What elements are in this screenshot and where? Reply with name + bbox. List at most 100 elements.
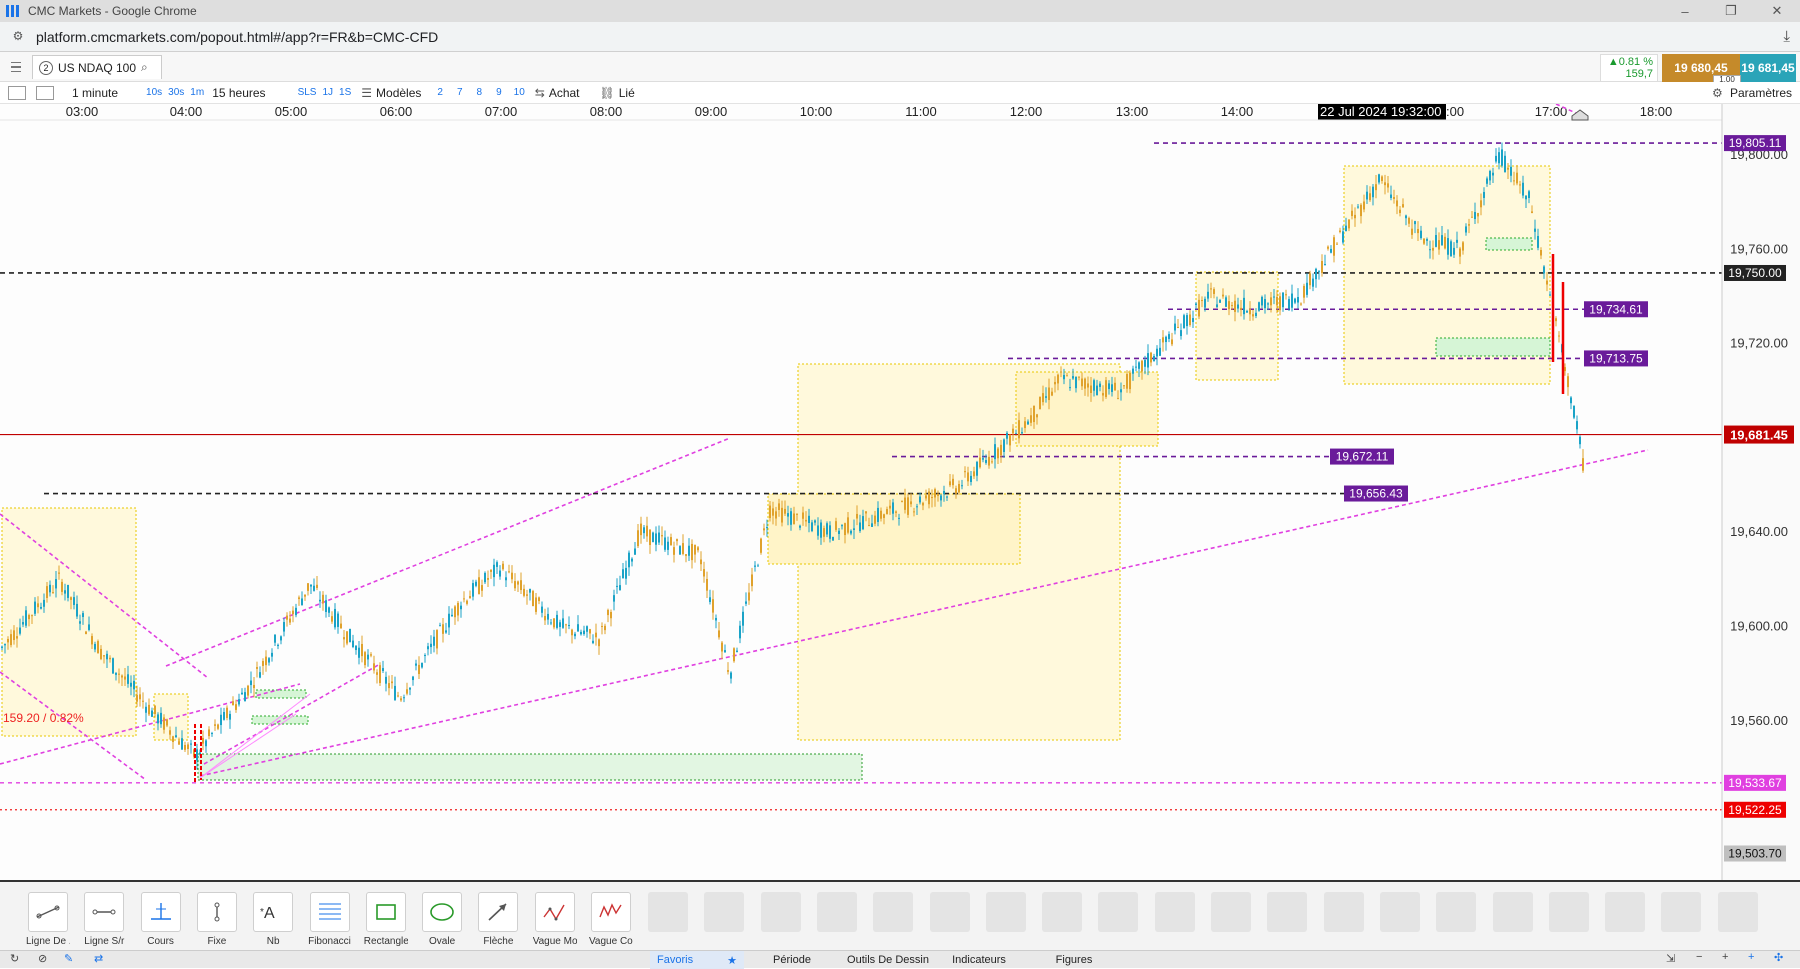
zoom-out-icon[interactable]: − xyxy=(1696,951,1702,963)
empty-tool-slot[interactable] xyxy=(1098,892,1139,932)
arrow-icon[interactable] xyxy=(478,892,519,932)
crosshair-icon[interactable]: + xyxy=(1748,951,1754,963)
search-icon[interactable]: ⌕ xyxy=(141,60,148,75)
oval-icon[interactable] xyxy=(422,892,463,932)
tool-sr-line[interactable]: Ligne S/r xyxy=(82,892,126,947)
expand-icon[interactable]: ✣ xyxy=(1774,951,1783,964)
range-select[interactable]: 15 heures xyxy=(212,86,265,100)
range-1j[interactable]: 1J xyxy=(322,87,333,98)
empty-tool-slot[interactable] xyxy=(1436,892,1477,932)
tab-indicateurs[interactable]: Indicateurs xyxy=(936,951,1022,969)
empty-tool-slot[interactable] xyxy=(1042,892,1083,932)
model-2[interactable]: 2 xyxy=(437,87,443,98)
buy-price-button[interactable]: 19 681,45 xyxy=(1740,54,1796,82)
wave-icon[interactable] xyxy=(534,892,575,932)
fixed-icon[interactable] xyxy=(196,892,237,932)
rectangle-icon[interactable] xyxy=(365,892,406,932)
tool-rectangle[interactable]: Rectangle xyxy=(364,892,408,947)
model-9[interactable]: 9 xyxy=(496,87,502,98)
alert-marker-icon[interactable] xyxy=(1571,109,1589,121)
url-text[interactable]: platform.cmcmarkets.com/popout.html#/app… xyxy=(36,29,438,45)
zoom-fit-icon[interactable]: ⇲ xyxy=(1666,952,1675,965)
tool-wave2[interactable]: Vague Co... xyxy=(589,892,633,947)
tab-periode[interactable]: Période xyxy=(744,951,840,969)
layout-icon[interactable] xyxy=(8,85,26,100)
tool-trendline[interactable]: Ligne De ... xyxy=(26,892,70,947)
tool-price[interactable]: Cours xyxy=(139,892,183,947)
minimize-button[interactable]: – xyxy=(1662,0,1708,22)
tab-favoris[interactable]: Favoris ★ xyxy=(650,951,744,969)
fibonacci-icon[interactable] xyxy=(309,892,350,932)
range-1s[interactable]: 1S xyxy=(339,87,351,98)
empty-tool-slot[interactable] xyxy=(929,892,970,932)
candle-body xyxy=(1327,246,1329,249)
sr-line-icon[interactable] xyxy=(84,892,125,932)
empty-tool-slot[interactable] xyxy=(1154,892,1195,932)
window-title: CMC Markets - Google Chrome xyxy=(28,4,197,18)
candle-body xyxy=(349,628,351,643)
empty-tool-slot[interactable] xyxy=(1717,892,1758,932)
candle-body xyxy=(523,588,525,596)
linked-button[interactable]: Lié xyxy=(619,86,635,100)
address-bar[interactable]: ⚙ platform.cmcmarkets.com/popout.html#/a… xyxy=(0,22,1800,52)
interval-30s[interactable]: 30s xyxy=(168,87,184,98)
empty-tool-slot[interactable] xyxy=(1492,892,1533,932)
empty-tool-slot[interactable] xyxy=(1661,892,1702,932)
empty-tool-slot[interactable] xyxy=(648,892,688,932)
model-8[interactable]: 8 xyxy=(477,87,483,98)
models-button[interactable]: Modèles xyxy=(376,86,421,100)
block-icon[interactable]: ⊘ xyxy=(38,952,47,965)
candle-body xyxy=(1483,192,1485,198)
interval-10s[interactable]: 10s xyxy=(146,87,162,98)
text-icon[interactable]: A * xyxy=(253,892,294,932)
price-icon[interactable] xyxy=(140,892,181,932)
magnet-icon[interactable]: ⇄ xyxy=(94,952,103,965)
candle-body xyxy=(1180,330,1182,337)
interval-1m[interactable]: 1m xyxy=(190,87,204,98)
model-7[interactable]: 7 xyxy=(457,87,463,98)
close-button[interactable]: ✕ xyxy=(1754,0,1800,22)
tool-fibonacci[interactable]: Fibonacci xyxy=(308,892,352,947)
tool-arrow[interactable]: Flèche xyxy=(476,892,520,947)
grid-icon[interactable] xyxy=(36,85,54,100)
tool-wave[interactable]: Vague Mo... xyxy=(533,892,577,947)
pencil-icon[interactable]: ✎ xyxy=(64,952,73,965)
candle-body xyxy=(1564,367,1566,372)
empty-tool-slot[interactable] xyxy=(1323,892,1364,932)
candle-body xyxy=(268,658,270,663)
model-10[interactable]: 10 xyxy=(514,87,525,98)
restore-button[interactable]: ❐ xyxy=(1708,0,1754,22)
tab-figures[interactable]: Figures xyxy=(1022,951,1126,969)
tool-fixed[interactable]: Fixe xyxy=(195,892,239,947)
sls-button[interactable]: SLS xyxy=(298,87,317,98)
instrument-tab[interactable]: 2 US NDAQ 100 ⌕ xyxy=(32,55,162,79)
interval-select[interactable]: 1 minute xyxy=(72,86,118,100)
empty-tool-slot[interactable] xyxy=(816,892,857,932)
chart-svg[interactable]: 03:00 04:00 05:00 06:00 07:00 08:00 09:00 10:00… xyxy=(0,103,1800,880)
empty-tool-slot[interactable] xyxy=(1267,892,1308,932)
empty-tool-slot[interactable] xyxy=(1211,892,1251,932)
menu-icon[interactable] xyxy=(4,58,28,76)
empty-tool-slot[interactable] xyxy=(873,892,914,932)
candle-body xyxy=(1366,191,1368,200)
refresh-icon[interactable]: ↻ xyxy=(10,952,19,965)
empty-tool-slot[interactable] xyxy=(1605,892,1646,932)
wave2-icon[interactable] xyxy=(591,892,631,932)
tab-outils[interactable]: Outils De Dessin xyxy=(840,951,936,969)
tool-oval[interactable]: Ovale xyxy=(420,892,464,947)
tool-text[interactable]: A * Nb xyxy=(251,892,295,947)
price-chart[interactable]: 03:00 04:00 05:00 06:00 07:00 08:00 09:00 10:00… xyxy=(0,103,1800,880)
candle-body xyxy=(1198,299,1200,317)
empty-tool-slot[interactable] xyxy=(1548,892,1589,932)
buy-mode-button[interactable]: Achat xyxy=(549,86,580,100)
download-icon[interactable]: ⤓ xyxy=(1783,28,1790,45)
trendline-icon[interactable] xyxy=(28,892,68,932)
empty-tool-slot[interactable] xyxy=(760,892,801,932)
settings-button[interactable]: Paramètres xyxy=(1730,86,1792,100)
empty-tool-slot[interactable] xyxy=(985,892,1026,932)
empty-tool-slot[interactable] xyxy=(704,892,745,932)
site-info-icon[interactable]: ⚙ xyxy=(10,29,26,45)
empty-tool-slot[interactable] xyxy=(1379,892,1420,932)
zoom-in-icon[interactable]: + xyxy=(1722,951,1728,963)
candle-body xyxy=(1540,250,1542,256)
